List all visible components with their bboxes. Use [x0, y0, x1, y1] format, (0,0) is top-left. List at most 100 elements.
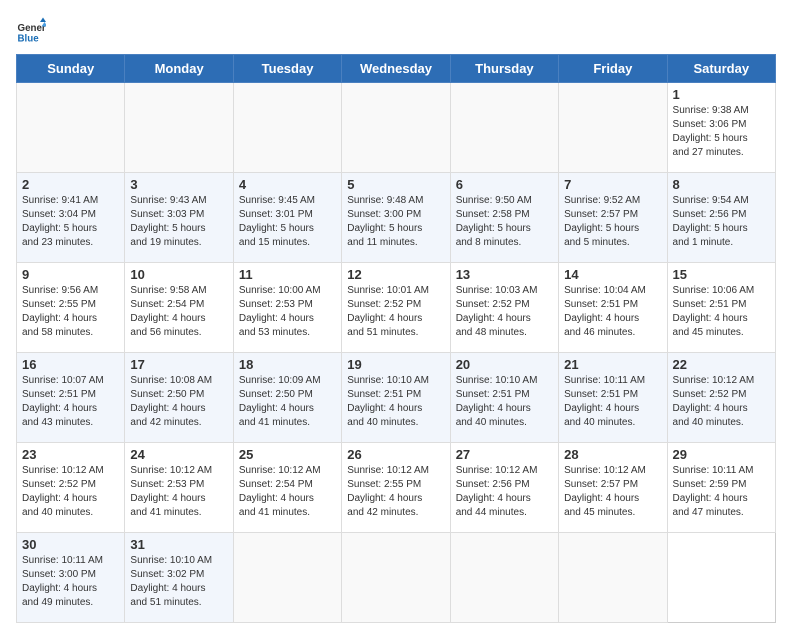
day-number: 5: [347, 177, 444, 192]
day-number: 21: [564, 357, 661, 372]
day-info: Sunrise: 10:12 AM Sunset: 2:52 PM Daylig…: [22, 464, 119, 520]
weekday-header-row: SundayMondayTuesdayWednesdayThursdayFrid…: [17, 55, 776, 83]
empty-cell: [450, 533, 558, 623]
day-cell-14: 14 Sunrise: 10:04 AM Sunset: 2:51 PM Dayl…: [559, 263, 667, 353]
day-number: 17: [130, 357, 227, 372]
logo-icon: General Blue: [16, 16, 46, 46]
day-number: 22: [673, 357, 770, 372]
day-cell-25: 25Sunrise: 10:12 AM Sunset: 2:54 PM Dayl…: [233, 443, 341, 533]
day-info: Sunrise: 10:12 AM Sunset: 2:55 PM Daylig…: [347, 464, 444, 520]
day-number: 29: [673, 447, 770, 462]
day-info: Sunrise: 10:00 AM Sunset: 2:53 PM Daylig…: [239, 284, 336, 340]
day-number: 9: [22, 267, 119, 282]
day-info: Sunrise: 10:12 AM Sunset: 2:54 PM Daylig…: [239, 464, 336, 520]
day-cell-2: 2 Sunrise: 9:41 AM Sunset: 3:04 PM Daylig…: [17, 173, 125, 263]
day-cell-31: 31 Sunrise: 10:10 AM Sunset: 3:02 PM Dayl…: [125, 533, 233, 623]
day-number: 30: [22, 537, 119, 552]
day-number: 6: [456, 177, 553, 192]
day-cell-10: 10 Sunrise: 9:58 AM Sunset: 2:54 PM Dayli…: [125, 263, 233, 353]
day-cell-12: 12Sunrise: 10:01 AM Sunset: 2:52 PM Dayl…: [342, 263, 450, 353]
day-cell-6: 6Sunrise: 9:50 AM Sunset: 2:58 PM Daylig…: [450, 173, 558, 263]
empty-cell: [125, 83, 233, 173]
day-info: Sunrise: 9:38 AM Sunset: 3:06 PM Dayligh…: [673, 104, 770, 160]
day-cell-13: 13 Sunrise: 10:03 AM Sunset: 2:52 PM Dayl…: [450, 263, 558, 353]
day-cell-26: 26 Sunrise: 10:12 AM Sunset: 2:55 PM Dayl…: [342, 443, 450, 533]
calendar-row-5: 30 Sunrise: 10:11 AM Sunset: 3:00 PM Dayl…: [17, 533, 776, 623]
day-info: Sunrise: 10:12 AM Sunset: 2:52 PM Daylig…: [673, 374, 770, 430]
weekday-header-tuesday: Tuesday: [233, 55, 341, 83]
day-number: 3: [130, 177, 227, 192]
header: General Blue: [16, 16, 776, 46]
calendar-row-0: 1Sunrise: 9:38 AM Sunset: 3:06 PM Daylig…: [17, 83, 776, 173]
day-info: Sunrise: 9:54 AM Sunset: 2:56 PM Dayligh…: [673, 194, 770, 250]
calendar-row-3: 16Sunrise: 10:07 AM Sunset: 2:51 PM Dayl…: [17, 353, 776, 443]
day-info: Sunrise: 10:04 AM Sunset: 2:51 PM Daylig…: [564, 284, 661, 340]
day-info: Sunrise: 10:11 AM Sunset: 3:00 PM Daylig…: [22, 554, 119, 610]
empty-cell: [559, 533, 667, 623]
empty-cell: [559, 83, 667, 173]
svg-text:General: General: [18, 23, 47, 34]
day-info: Sunrise: 10:12 AM Sunset: 2:57 PM Daylig…: [564, 464, 661, 520]
day-info: Sunrise: 10:06 AM Sunset: 2:51 PM Daylig…: [673, 284, 770, 340]
day-info: Sunrise: 9:41 AM Sunset: 3:04 PM Dayligh…: [22, 194, 119, 250]
day-cell-9: 9 Sunrise: 9:56 AM Sunset: 2:55 PM Daylig…: [17, 263, 125, 353]
day-cell-8: 8 Sunrise: 9:54 AM Sunset: 2:56 PM Daylig…: [667, 173, 775, 263]
day-info: Sunrise: 9:48 AM Sunset: 3:00 PM Dayligh…: [347, 194, 444, 250]
day-number: 28: [564, 447, 661, 462]
day-number: 27: [456, 447, 553, 462]
weekday-header-sunday: Sunday: [17, 55, 125, 83]
day-number: 18: [239, 357, 336, 372]
empty-cell: [233, 83, 341, 173]
day-cell-20: 20 Sunrise: 10:10 AM Sunset: 2:51 PM Dayl…: [450, 353, 558, 443]
weekday-header-wednesday: Wednesday: [342, 55, 450, 83]
day-cell-7: 7Sunrise: 9:52 AM Sunset: 2:57 PM Daylig…: [559, 173, 667, 263]
day-info: Sunrise: 9:56 AM Sunset: 2:55 PM Dayligh…: [22, 284, 119, 340]
day-cell-21: 21 Sunrise: 10:11 AM Sunset: 2:51 PM Dayl…: [559, 353, 667, 443]
svg-text:Blue: Blue: [18, 34, 40, 45]
day-info: Sunrise: 10:10 AM Sunset: 2:51 PM Daylig…: [347, 374, 444, 430]
calendar-row-4: 23 Sunrise: 10:12 AM Sunset: 2:52 PM Dayl…: [17, 443, 776, 533]
day-number: 4: [239, 177, 336, 192]
day-info: Sunrise: 10:03 AM Sunset: 2:52 PM Daylig…: [456, 284, 553, 340]
day-cell-23: 23 Sunrise: 10:12 AM Sunset: 2:52 PM Dayl…: [17, 443, 125, 533]
day-info: Sunrise: 10:07 AM Sunset: 2:51 PM Daylig…: [22, 374, 119, 430]
day-number: 12: [347, 267, 444, 282]
day-number: 13: [456, 267, 553, 282]
empty-cell: [17, 83, 125, 173]
day-number: 24: [130, 447, 227, 462]
day-number: 14: [564, 267, 661, 282]
day-number: 8: [673, 177, 770, 192]
day-number: 19: [347, 357, 444, 372]
day-info: Sunrise: 10:10 AM Sunset: 3:02 PM Daylig…: [130, 554, 227, 610]
day-number: 23: [22, 447, 119, 462]
day-cell-5: 5 Sunrise: 9:48 AM Sunset: 3:00 PM Daylig…: [342, 173, 450, 263]
day-info: Sunrise: 10:12 AM Sunset: 2:53 PM Daylig…: [130, 464, 227, 520]
day-cell-16: 16Sunrise: 10:07 AM Sunset: 2:51 PM Dayl…: [17, 353, 125, 443]
day-info: Sunrise: 10:11 AM Sunset: 2:51 PM Daylig…: [564, 374, 661, 430]
day-info: Sunrise: 9:43 AM Sunset: 3:03 PM Dayligh…: [130, 194, 227, 250]
logo: General Blue: [16, 16, 50, 46]
day-info: Sunrise: 9:58 AM Sunset: 2:54 PM Dayligh…: [130, 284, 227, 340]
day-cell-17: 17Sunrise: 10:08 AM Sunset: 2:50 PM Dayl…: [125, 353, 233, 443]
day-number: 20: [456, 357, 553, 372]
day-info: Sunrise: 10:10 AM Sunset: 2:51 PM Daylig…: [456, 374, 553, 430]
day-cell-28: 28 Sunrise: 10:12 AM Sunset: 2:57 PM Dayl…: [559, 443, 667, 533]
day-cell-15: 15Sunrise: 10:06 AM Sunset: 2:51 PM Dayl…: [667, 263, 775, 353]
empty-cell: [342, 83, 450, 173]
day-info: Sunrise: 10:12 AM Sunset: 2:56 PM Daylig…: [456, 464, 553, 520]
day-number: 7: [564, 177, 661, 192]
day-cell-22: 22 Sunrise: 10:12 AM Sunset: 2:52 PM Dayl…: [667, 353, 775, 443]
weekday-header-monday: Monday: [125, 55, 233, 83]
day-cell-4: 4Sunrise: 9:45 AM Sunset: 3:01 PM Daylig…: [233, 173, 341, 263]
weekday-header-friday: Friday: [559, 55, 667, 83]
empty-cell: [450, 83, 558, 173]
day-number: 31: [130, 537, 227, 552]
day-number: 10: [130, 267, 227, 282]
day-info: Sunrise: 10:11 AM Sunset: 2:59 PM Daylig…: [673, 464, 770, 520]
day-cell-19: 19 Sunrise: 10:10 AM Sunset: 2:51 PM Dayl…: [342, 353, 450, 443]
day-number: 2: [22, 177, 119, 192]
day-cell-1: 1Sunrise: 9:38 AM Sunset: 3:06 PM Daylig…: [667, 83, 775, 173]
weekday-header-thursday: Thursday: [450, 55, 558, 83]
empty-cell: [233, 533, 341, 623]
day-number: 26: [347, 447, 444, 462]
